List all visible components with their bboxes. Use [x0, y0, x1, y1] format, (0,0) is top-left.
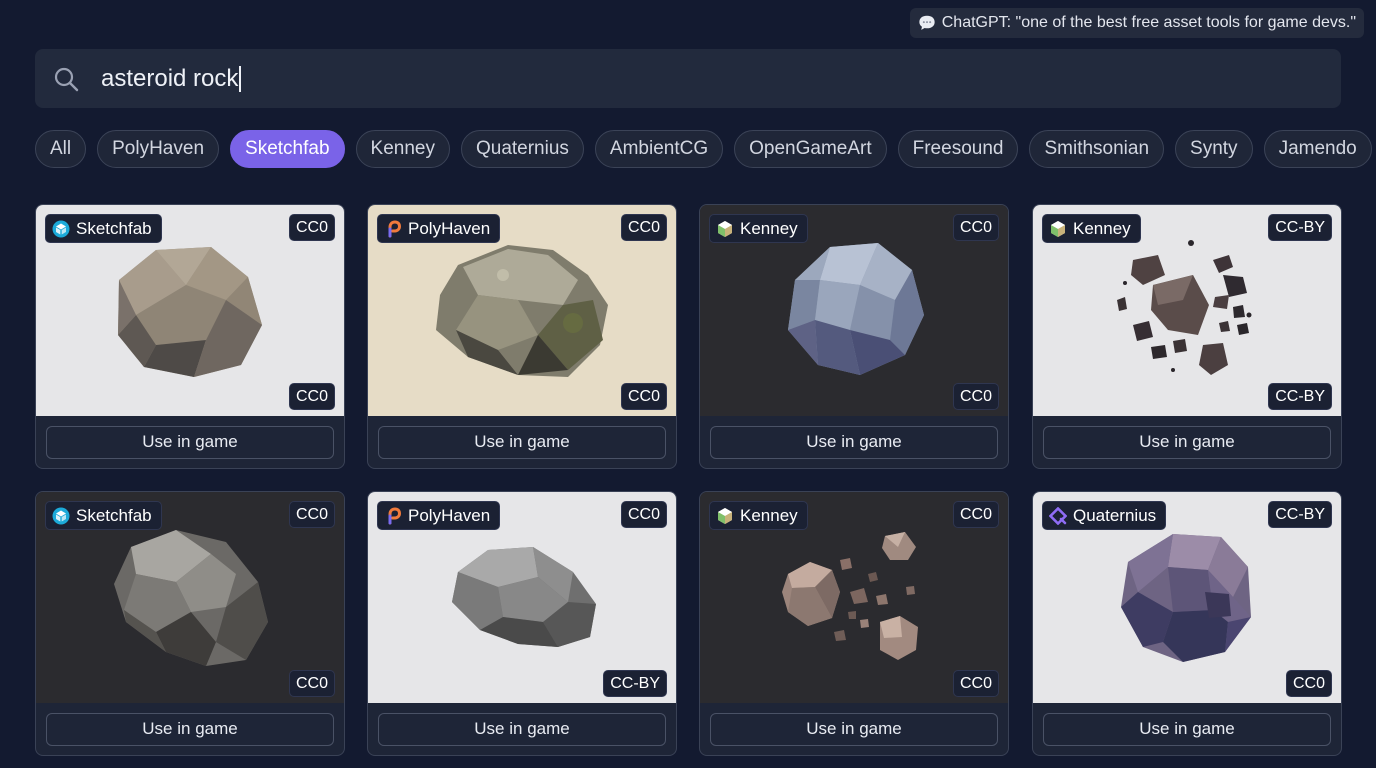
- license-badge: CC0: [952, 501, 999, 528]
- asset-preview[interactable]: Quaternius CC-BY CC0: [1033, 492, 1341, 703]
- filter-chip-kenney[interactable]: Kenney: [355, 130, 450, 168]
- use-in-game-button[interactable]: Use in game: [378, 425, 666, 459]
- license-badge: CC0: [952, 670, 999, 697]
- sketchfab-logo-icon: [52, 220, 70, 237]
- filter-chip-sketchfab[interactable]: Sketchfab: [230, 130, 345, 168]
- license-badge: CC0: [288, 383, 335, 410]
- source-name: PolyHaven: [408, 218, 491, 238]
- filter-chip-synty[interactable]: Synty: [1175, 130, 1253, 168]
- asset-card[interactable]: PolyHaven CC0 CC-BY Use in game: [367, 491, 677, 756]
- source-name: Sketchfab: [76, 505, 152, 525]
- asset-preview[interactable]: Kenney CC0 CC0: [700, 205, 1008, 416]
- source-badge: Kenney: [709, 214, 808, 243]
- source-badge: PolyHaven: [377, 214, 501, 243]
- license-badge: CC0: [620, 214, 667, 241]
- use-in-game-button[interactable]: Use in game: [46, 425, 334, 459]
- license-badge: CC-BY: [1268, 383, 1332, 410]
- source-name: Kenney: [740, 218, 798, 238]
- speech-bubble-icon: [919, 15, 935, 30]
- source-badge: Quaternius: [1042, 501, 1167, 530]
- license-badge: CC0: [1285, 670, 1332, 697]
- filter-chip-opengameart[interactable]: OpenGameArt: [734, 130, 887, 168]
- kenney-logo-icon: [1051, 220, 1065, 237]
- source-badge: Kenney: [709, 501, 808, 530]
- license-badge: CC0: [288, 214, 335, 241]
- asset-card[interactable]: Sketchfab CC0 CC0 Use in game: [35, 491, 345, 756]
- search-icon: [54, 67, 79, 91]
- source-badge: Sketchfab: [45, 214, 162, 243]
- license-badge: CC0: [952, 214, 999, 241]
- asset-preview[interactable]: PolyHaven CC0 CC-BY: [368, 492, 676, 703]
- use-in-game-button[interactable]: Use in game: [1043, 712, 1331, 746]
- asset-card[interactable]: Kenney CC0 CC0 Use in game: [699, 491, 1009, 756]
- asset-card[interactable]: PolyHaven CC0 CC0 Use in game: [367, 204, 677, 469]
- asset-card[interactable]: Quaternius CC-BY CC0 Use in game: [1032, 491, 1342, 756]
- polyhaven-logo-icon: [388, 506, 402, 524]
- source-name: Kenney: [740, 505, 798, 525]
- license-badge: CC0: [952, 383, 999, 410]
- license-badge: CC-BY: [1268, 501, 1332, 528]
- source-badge: Kenney: [1042, 214, 1141, 243]
- source-name: Quaternius: [1073, 505, 1157, 525]
- filter-chip-ambientcg[interactable]: AmbientCG: [594, 130, 724, 168]
- search-input[interactable]: asteroid rock: [101, 65, 242, 92]
- license-badge: CC0: [620, 383, 667, 410]
- filter-chip-polyhaven[interactable]: PolyHaven: [97, 130, 220, 168]
- license-badge: CC0: [288, 501, 335, 528]
- sketchfab-logo-icon: [52, 507, 70, 524]
- source-filter-chips: All PolyHaven Sketchfab Kenney Quaterniu…: [35, 130, 1372, 168]
- asset-card[interactable]: Kenney CC-BY CC-BY Use in game: [1032, 204, 1342, 469]
- search-bar[interactable]: asteroid rock: [35, 49, 1341, 108]
- asset-preview[interactable]: Sketchfab CC0 CC0: [36, 205, 344, 416]
- license-badge: CC0: [620, 501, 667, 528]
- filter-chip-jamendo[interactable]: Jamendo: [1263, 130, 1372, 168]
- asset-card[interactable]: Kenney CC0 CC0 Use in game: [699, 204, 1009, 469]
- license-badge: CC-BY: [1268, 214, 1332, 241]
- source-name: PolyHaven: [408, 505, 491, 525]
- source-badge: Sketchfab: [45, 501, 162, 530]
- use-in-game-button[interactable]: Use in game: [710, 712, 998, 746]
- kenney-logo-icon: [718, 507, 732, 524]
- toast-text: ChatGPT: "one of the best free asset too…: [941, 14, 1356, 31]
- kenney-logo-icon: [718, 220, 732, 237]
- source-name: Sketchfab: [76, 218, 152, 238]
- chatgpt-quote-toast: ChatGPT: "one of the best free asset too…: [909, 8, 1364, 38]
- filter-chip-freesound[interactable]: Freesound: [897, 130, 1019, 168]
- asset-preview[interactable]: Sketchfab CC0 CC0: [36, 492, 344, 703]
- use-in-game-button[interactable]: Use in game: [1043, 425, 1331, 459]
- asset-preview[interactable]: PolyHaven CC0 CC0: [368, 205, 676, 416]
- source-name: Kenney: [1073, 218, 1131, 238]
- quaternius-logo-icon: [1049, 506, 1067, 525]
- polyhaven-logo-icon: [388, 219, 402, 237]
- asset-preview[interactable]: Kenney CC-BY CC-BY: [1033, 205, 1341, 416]
- asset-card[interactable]: Sketchfab CC0 CC0 Use in game: [35, 204, 345, 469]
- license-badge: CC-BY: [603, 670, 667, 697]
- use-in-game-button[interactable]: Use in game: [46, 712, 334, 746]
- asset-preview[interactable]: Kenney CC0 CC0: [700, 492, 1008, 703]
- license-badge: CC0: [288, 670, 335, 697]
- use-in-game-button[interactable]: Use in game: [710, 425, 998, 459]
- filter-chip-all[interactable]: All: [35, 130, 87, 168]
- filter-chip-quaternius[interactable]: Quaternius: [460, 130, 584, 168]
- use-in-game-button[interactable]: Use in game: [378, 712, 666, 746]
- filter-chip-smithsonian[interactable]: Smithsonian: [1029, 130, 1165, 168]
- source-badge: PolyHaven: [377, 501, 501, 530]
